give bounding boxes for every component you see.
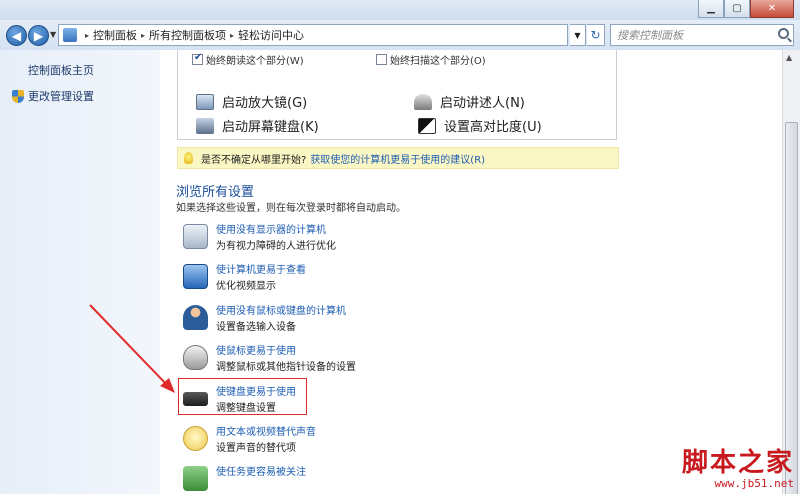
quick-access-panel: 始终朗读这个部分(W) 始终扫描这个部分(O) 启动放大镜(G) 启动讲述人(N… [177,50,617,140]
refresh-button[interactable]: ↻ [587,24,605,46]
title-bar: ▁ ▢ ✕ [0,0,800,20]
maximize-button[interactable]: ▢ [724,0,750,18]
scroll-up-arrow-icon[interactable]: ▲ [786,53,792,62]
setting-item-no-mouse-keyboard[interactable]: 使用没有鼠标或键盘的计算机 设置备选输入设备 [183,301,583,337]
setting-item-mouse[interactable]: 使鼠标更易于使用 调整鼠标或其他指针设备的设置 [183,341,583,377]
address-bar[interactable]: ▸ 控制面板 ▸ 所有控制面板项 ▸ 轻松访问中心 [58,24,568,46]
always-read-checkbox[interactable]: 始终朗读这个部分(W) [192,52,304,67]
speech-bubble-icon [183,426,208,451]
setting-title-link[interactable]: 使鼠标更易于使用 [216,342,296,357]
breadcrumb-control-panel[interactable]: 控制面板 [93,27,137,43]
breadcrumb-separator[interactable]: ▸ [230,31,234,40]
start-onscreen-keyboard-label: 启动屏幕键盘(K) [222,120,319,135]
setting-title-link[interactable]: 用文本或视频替代声音 [216,423,316,438]
scrollbar-thumb[interactable] [785,122,798,494]
navigation-bar: ◀ ▶ ▼ ▸ 控制面板 ▸ 所有控制面板项 ▸ 轻松访问中心 ▼ ↻ 搜索控制… [0,20,800,50]
left-pane: 控制面板主页 更改管理设置 [0,50,160,494]
watermark: 脚本之家 www.jb51.net [682,449,794,490]
start-onscreen-keyboard-link[interactable]: 启动屏幕键盘(K) [196,116,319,135]
setting-subtitle: 调整鼠标或其他指针设备的设置 [216,362,356,373]
set-high-contrast-link[interactable]: 设置高对比度(U) [418,116,542,135]
tip-bar: 是否不确定从哪里开始? 获取使您的计算机更易于使用的建议(R) [177,147,619,169]
always-read-label: 始终朗读这个部分(W) [206,56,304,67]
breadcrumb-separator[interactable]: ▸ [141,31,145,40]
keyboard-icon [196,117,214,134]
setting-subtitle: 设置声音的替代项 [216,443,296,454]
change-admin-settings-link[interactable]: 更改管理设置 [12,88,94,104]
setting-item-focus-tasks[interactable]: 使任务更容易被关注 [183,462,583,494]
setting-title-link[interactable]: 使用没有显示器的计算机 [216,221,326,236]
setting-title-link[interactable]: 使用没有鼠标或键盘的计算机 [216,302,346,317]
checkbox-checked[interactable] [192,52,203,65]
search-input[interactable]: 搜索控制面板 [610,24,794,46]
search-placeholder: 搜索控制面板 [617,29,683,42]
contrast-icon [418,117,436,134]
setting-item-sound-alternatives[interactable]: 用文本或视频替代声音 设置声音的替代项 [183,422,583,458]
start-narrator-link[interactable]: 启动讲述人(N) [414,92,525,111]
tasks-icon [183,466,208,491]
address-dropdown-button[interactable]: ▼ [570,24,586,46]
watermark-url: www.jb51.net [714,477,794,490]
change-admin-settings-label: 更改管理设置 [28,90,94,103]
mouse-icon [183,345,208,370]
magnifier-icon [196,93,214,110]
setting-subtitle: 设置备选输入设备 [216,322,296,333]
recent-pages-dropdown[interactable]: ▼ [50,30,56,39]
start-magnifier-link[interactable]: 启动放大镜(G) [196,92,307,111]
start-magnifier-label: 启动放大镜(G) [222,96,308,111]
screen-icon [183,264,208,289]
close-button[interactable]: ✕ [750,0,794,18]
minimize-button[interactable]: ▁ [698,0,724,18]
monitor-icon [183,224,208,249]
search-icon[interactable] [778,28,789,39]
vertical-scrollbar[interactable]: ▲ [782,50,800,494]
back-button[interactable]: ◀ [6,25,27,46]
person-icon [183,305,208,330]
get-recommendations-link[interactable]: 获取使您的计算机更易于使用的建议(R) [310,151,485,166]
setting-title-link[interactable]: 使任务更容易被关注 [216,463,306,478]
setting-item-easier-to-see[interactable]: 使计算机更易于查看 优化视频显示 [183,260,583,296]
lightbulb-icon [184,152,193,164]
setting-subtitle: 优化视频显示 [216,281,276,292]
always-scan-label: 始终扫描这个部分(O) [390,56,486,67]
watermark-logo-text: 脚本之家 [681,448,794,478]
setting-title-link[interactable]: 使计算机更易于查看 [216,261,306,276]
always-scan-checkbox[interactable]: 始终扫描这个部分(O) [376,52,486,67]
control-panel-home-link[interactable]: 控制面板主页 [28,62,94,78]
shield-icon [12,89,24,103]
annotation-highlight-box [178,378,307,415]
checkbox-unchecked[interactable] [376,54,387,65]
control-panel-icon [63,28,77,42]
tip-question: 是否不确定从哪里开始? [201,154,307,166]
set-high-contrast-label: 设置高对比度(U) [444,120,542,135]
setting-item-no-display[interactable]: 使用没有显示器的计算机 为有视力障碍的人进行优化 [183,220,583,256]
breadcrumb-ease-of-access[interactable]: 轻松访问中心 [238,27,304,43]
narrator-icon [414,93,432,110]
setting-subtitle: 为有视力障碍的人进行优化 [216,241,336,252]
section-description: 如果选择这些设置，则在每次登录时都将自动启动。 [176,203,406,214]
start-narrator-label: 启动讲述人(N) [440,96,525,111]
window-controls: ▁ ▢ ✕ [698,0,794,18]
breadcrumb-separator[interactable]: ▸ [85,31,89,40]
breadcrumb-all-items[interactable]: 所有控制面板项 [149,27,226,43]
forward-button[interactable]: ▶ [28,25,49,46]
section-title: 浏览所有设置 [176,185,255,200]
main-content: 始终朗读这个部分(W) 始终扫描这个部分(O) 启动放大镜(G) 启动讲述人(N… [160,50,782,494]
